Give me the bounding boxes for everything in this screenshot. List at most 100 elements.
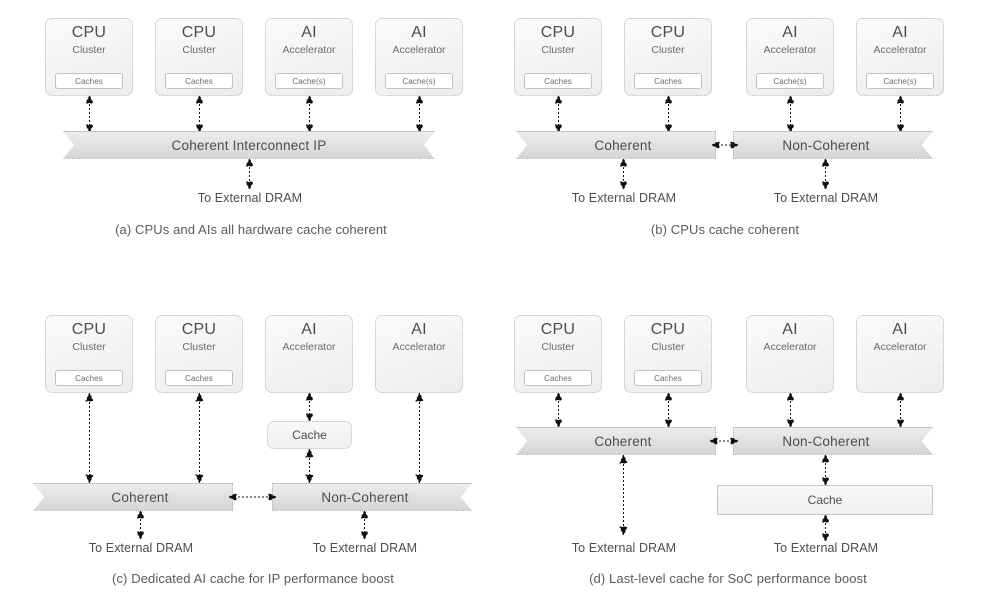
dram-label: To External DRAM	[197, 191, 303, 205]
interconnect-non-coherent: Non-Coherent	[733, 427, 918, 455]
ribbon-tail-right	[456, 483, 472, 511]
dram-label: To External DRAM	[571, 191, 677, 205]
block-cpu-cluster-1: CPU Cluster Caches	[514, 18, 602, 96]
connector-arrow-cache-to-noncoherent	[305, 449, 314, 483]
block-cpu-cluster-2: CPU Cluster Caches	[155, 18, 243, 96]
block-title: AI	[301, 321, 317, 338]
connector-arrows-blocks-to-interconnect	[554, 393, 905, 427]
block-title: AI	[782, 321, 798, 338]
block-subtitle: Cluster	[651, 341, 685, 353]
interconnect-coherent: Coherent	[48, 483, 233, 511]
interconnect-label: Coherent	[594, 433, 652, 449]
block-title: CPU	[71, 24, 107, 41]
block-cpu-cluster-2: CPU Cluster Caches	[624, 315, 712, 393]
connector-arrow-cache-to-dram	[821, 515, 830, 541]
ribbon-tail-right	[419, 131, 435, 159]
ribbon-tail-left	[516, 131, 532, 159]
ribbon-wrap-coherent: Coherent	[516, 131, 716, 159]
block-cpu-cluster-2: CPU Cluster Caches	[624, 18, 712, 96]
block-title: CPU	[650, 24, 686, 41]
dram-label: To External DRAM	[773, 541, 879, 555]
panel-caption-a: (a) CPUs and AIs all hardware cache cohe…	[115, 222, 387, 237]
interconnect-label: Non-Coherent	[782, 137, 870, 153]
block-title: CPU	[540, 24, 576, 41]
ribbon-wrap-non-coherent: Non-Coherent	[272, 483, 472, 511]
ribbon-tail-left	[516, 427, 532, 455]
connector-arrows-interconnects-to-dram	[619, 159, 830, 189]
block-subtitle: Accelerator	[873, 44, 927, 56]
block-subtitle: Cluster	[651, 44, 685, 56]
panel-caption-c: (c) Dedicated AI cache for IP performanc…	[112, 571, 394, 586]
ribbon-wrap-coherent: Coherent	[33, 483, 233, 511]
block-ai-accelerator-2: AI Accelerator	[856, 315, 944, 393]
dram-label: To External DRAM	[312, 541, 418, 555]
block-title: CPU	[540, 321, 576, 338]
panel-caption-d: (d) Last-level cache for SoC performance…	[589, 571, 867, 586]
block-cache-box: Cache(s)	[866, 73, 934, 89]
block-subtitle: Accelerator	[282, 341, 336, 353]
connector-arrow-between-interconnects	[229, 492, 276, 502]
block-subtitle: Accelerator	[873, 341, 927, 353]
interconnect-non-coherent: Non-Coherent	[733, 131, 918, 159]
block-ai-accelerator-1: AI Accelerator Cache(s)	[746, 18, 834, 96]
block-cpu-cluster-1: CPU Cluster Caches	[514, 315, 602, 393]
cache-box-label: Cache	[807, 493, 843, 507]
block-subtitle: Cluster	[541, 44, 575, 56]
connector-arrows-interconnects-to-dram	[136, 511, 369, 539]
ribbon-tail-left	[33, 483, 49, 511]
ribbon-wrap-coherent-interconnect: Coherent Interconnect IP	[63, 131, 435, 159]
block-cache-box: Caches	[165, 73, 233, 89]
block-ai-accelerator-2: AI Accelerator	[375, 315, 463, 393]
block-cpu-cluster-1: CPU Cluster Caches	[45, 315, 133, 393]
cache-box-label: Cache	[292, 428, 327, 442]
ribbon-tail-left	[63, 131, 79, 159]
ribbon-wrap-coherent: Coherent	[516, 427, 716, 455]
block-ai-accelerator-2: AI Accelerator Cache(s)	[375, 18, 463, 96]
block-ai-accelerator-1: AI Accelerator	[265, 315, 353, 393]
connector-arrow-between-interconnects	[712, 140, 738, 150]
dram-label: To External DRAM	[571, 541, 677, 555]
dram-label: To External DRAM	[88, 541, 194, 555]
block-cache-box: Caches	[634, 73, 702, 89]
ribbon-wrap-non-coherent: Non-Coherent	[733, 131, 933, 159]
interconnect-label: Coherent	[594, 137, 652, 153]
connector-arrow-ai-to-cache	[305, 393, 314, 421]
block-subtitle: Accelerator	[392, 44, 446, 56]
panel-a: CPU Cluster Caches CPU Cluster Caches AI…	[0, 0, 502, 260]
panel-b: CPU Cluster Caches CPU Cluster Caches AI…	[502, 0, 1004, 260]
block-subtitle: Cluster	[72, 341, 106, 353]
interconnect-non-coherent: Non-Coherent	[272, 483, 457, 511]
panel-c: CPU Cluster Caches CPU Cluster Caches AI…	[0, 300, 502, 603]
block-title: AI	[782, 24, 798, 41]
connector-arrow-interconnect-to-dram	[245, 159, 254, 189]
interconnect-label: Coherent Interconnect IP	[171, 137, 327, 153]
block-cache-box: Caches	[55, 73, 123, 89]
ribbon-tail-right	[917, 427, 933, 455]
block-title: CPU	[181, 24, 217, 41]
block-ai-accelerator-1: AI Accelerator Cache(s)	[265, 18, 353, 96]
ribbon-wrap-non-coherent: Non-Coherent	[733, 427, 933, 455]
block-cache-box: Caches	[165, 370, 233, 386]
block-title: AI	[301, 24, 317, 41]
block-cpu-cluster-2: CPU Cluster Caches	[155, 315, 243, 393]
interconnect-label: Non-Coherent	[782, 433, 870, 449]
block-title: AI	[892, 321, 908, 338]
interconnect-coherent: Coherent	[531, 427, 716, 455]
block-subtitle: Cluster	[182, 341, 216, 353]
ribbon-tail-right	[917, 131, 933, 159]
cache-box-last-level: Cache	[717, 485, 933, 515]
block-subtitle: Cluster	[541, 341, 575, 353]
connector-arrow-between-interconnects	[710, 436, 738, 446]
panel-caption-b: (b) CPUs cache coherent	[650, 222, 800, 237]
interconnect-coherent: Coherent	[531, 131, 716, 159]
connector-arrows-blocks-to-interconnect	[85, 96, 424, 132]
block-cache-box: Caches	[524, 73, 592, 89]
block-title: CPU	[650, 321, 686, 338]
interconnect-label: Coherent	[111, 489, 169, 505]
block-subtitle: Accelerator	[392, 341, 446, 353]
block-cache-box: Caches	[634, 370, 702, 386]
block-subtitle: Cluster	[72, 44, 106, 56]
connector-arrow-noncoherent-to-cache	[821, 455, 830, 485]
interconnect-coherent-interconnect-ip: Coherent Interconnect IP	[78, 131, 420, 159]
dram-label: To External DRAM	[773, 191, 879, 205]
